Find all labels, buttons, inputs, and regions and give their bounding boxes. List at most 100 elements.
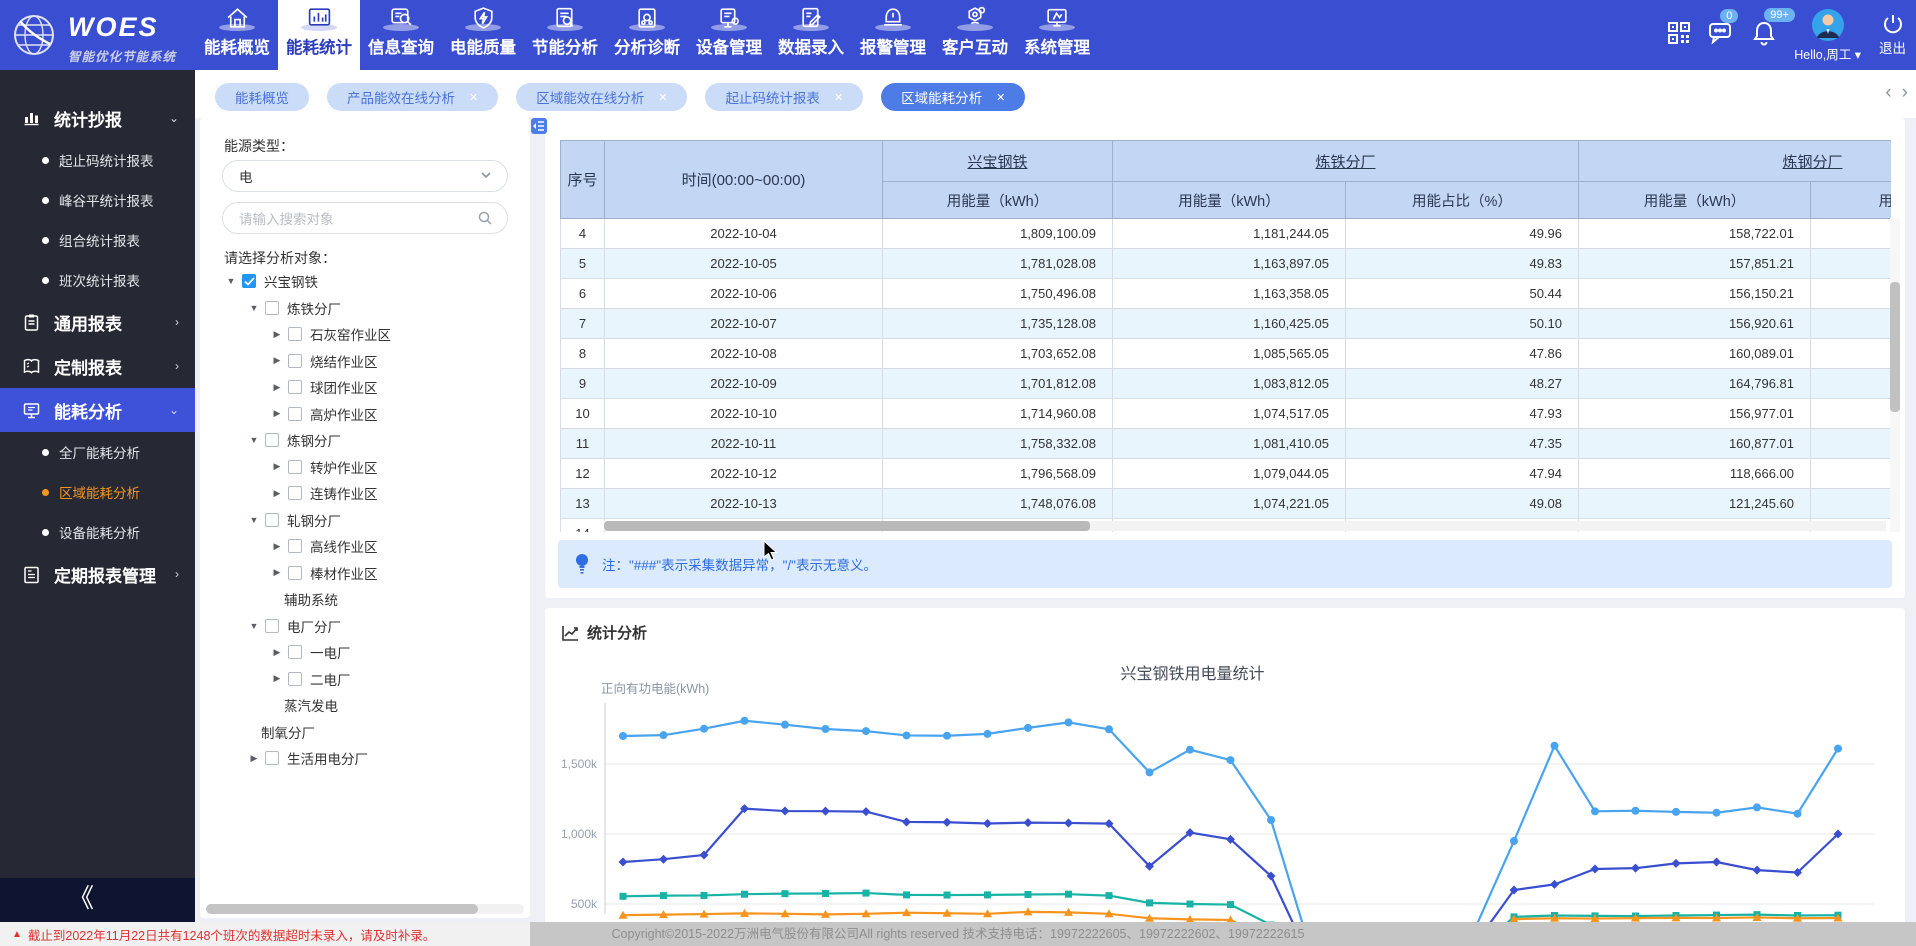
sidebar-item-1-4[interactable]: 班次统计报表 <box>0 260 195 300</box>
sidebar-item-1-1[interactable]: 起止码统计报表 <box>0 140 195 180</box>
sidebar-item-1-3[interactable]: 组合统计报表 <box>0 220 195 260</box>
group-header-2[interactable]: 炼铁分厂 <box>1113 141 1579 182</box>
tab-5[interactable]: 区域能耗分析✕ <box>881 83 1025 111</box>
tree-checkbox[interactable] <box>265 513 279 527</box>
search-input[interactable]: 请输入搜索对象 <box>222 202 508 234</box>
tree-checkbox[interactable] <box>288 327 302 341</box>
table-row[interactable]: 92022-10-091,701,812.081,083,812.0548.27… <box>561 369 1892 399</box>
table-row[interactable]: 52022-10-051,781,028.081,163,897.0549.83… <box>561 249 1892 279</box>
tab-2[interactable]: 产品能效在线分析✕ <box>327 83 498 111</box>
tree-checkbox[interactable] <box>288 672 302 686</box>
tree-node-19[interactable]: ▶生活用电分厂 <box>200 745 530 772</box>
tree-collapse-arrow-icon[interactable]: ▶ <box>270 329 284 340</box>
sidebar-item-4-3[interactable]: 设备能耗分析 <box>0 512 195 552</box>
tab-4[interactable]: 起止码统计报表✕ <box>705 83 863 111</box>
tree-checkbox[interactable] <box>242 274 256 288</box>
sidebar-group-2[interactable]: 通用报表› <box>0 300 195 344</box>
tree-collapse-arrow-icon[interactable]: ▶ <box>270 382 284 393</box>
tree-node-15[interactable]: ▶一电厂 <box>200 639 530 666</box>
tab-scroll-left-icon[interactable]: ‹ <box>1885 82 1891 104</box>
tree-node-9[interactable]: ▶连铸作业区 <box>200 480 530 507</box>
tab-close-icon[interactable]: ✕ <box>469 91 478 104</box>
collapse-panel-icon[interactable] <box>531 118 547 134</box>
tree-collapse-arrow-icon[interactable]: ▶ <box>270 355 284 366</box>
tree-collapse-arrow-icon[interactable]: ▶ <box>270 673 284 684</box>
sidebar-item-4-1[interactable]: 全厂能耗分析 <box>0 432 195 472</box>
tree-collapse-arrow-icon[interactable]: ▶ <box>270 461 284 472</box>
tab-close-icon[interactable]: ✕ <box>658 91 667 104</box>
tree-node-12[interactable]: ▶棒材作业区 <box>200 560 530 587</box>
line-chart[interactable]: 500k1,000k1,500k <box>545 648 1905 946</box>
tab-close-icon[interactable]: ✕ <box>996 91 1005 104</box>
tree-node-1[interactable]: ▼兴宝钢铁 <box>200 268 530 295</box>
tab-1[interactable]: 能耗概览 <box>215 83 309 111</box>
tree-collapse-arrow-icon[interactable]: ▶ <box>270 541 284 552</box>
tree-checkbox[interactable] <box>288 539 302 553</box>
tree-checkbox[interactable] <box>288 460 302 474</box>
table-row[interactable]: 112022-10-111,758,332.081,081,410.0547.3… <box>561 429 1892 459</box>
qrcode-icon[interactable] <box>1668 22 1690 49</box>
tree-node-16[interactable]: ▶二电厂 <box>200 666 530 693</box>
tree-checkbox[interactable] <box>265 751 279 765</box>
tree-node-5[interactable]: ▶球团作业区 <box>200 374 530 401</box>
messages-icon[interactable]: 0 <box>1708 21 1734 50</box>
sidebar-group-4[interactable]: 能耗分析⌄ <box>0 388 195 432</box>
tree-node-6[interactable]: ▶高炉作业区 <box>200 401 530 428</box>
table-row[interactable]: 132022-10-131,748,076.081,074,221.0549.0… <box>561 489 1892 519</box>
tree-node-3[interactable]: ▶石灰窑作业区 <box>200 321 530 348</box>
user-menu[interactable]: Hello,周工 ▾ <box>1794 8 1861 63</box>
table-row[interactable]: 42022-10-041,809,100.091,181,244.0549.96… <box>561 219 1892 249</box>
sidebar-group-1[interactable]: 统计抄报⌄ <box>0 96 195 140</box>
tree-node-18[interactable]: 制氧分厂 <box>200 719 530 746</box>
tree-expand-arrow-icon[interactable]: ▼ <box>247 621 261 631</box>
sidebar-item-4-2[interactable]: 区域能耗分析 <box>0 472 195 512</box>
nav-item-9[interactable]: 报警管理 <box>852 0 934 70</box>
tree-checkbox[interactable] <box>265 433 279 447</box>
tab-close-icon[interactable]: ✕ <box>834 91 843 104</box>
tree-node-10[interactable]: ▼轧钢分厂 <box>200 507 530 534</box>
sidebar-group-5[interactable]: 定期报表管理› <box>0 552 195 596</box>
nav-item-8[interactable]: 数据录入 <box>770 0 852 70</box>
tree-collapse-arrow-icon[interactable]: ▶ <box>247 753 261 764</box>
group-header-1[interactable]: 兴宝钢铁 <box>883 141 1113 182</box>
table-row[interactable]: 72022-10-071,735,128.081,160,425.0550.10… <box>561 309 1892 339</box>
tree-collapse-arrow-icon[interactable]: ▶ <box>270 647 284 658</box>
nav-item-7[interactable]: 设备管理 <box>688 0 770 70</box>
sidebar-group-3[interactable]: 定制报表› <box>0 344 195 388</box>
table-row[interactable]: 82022-10-081,703,652.081,085,565.0547.86… <box>561 339 1892 369</box>
nav-item-3[interactable]: 信息查询 <box>360 0 442 70</box>
tree-checkbox[interactable] <box>288 380 302 394</box>
nav-item-11[interactable]: 系统管理 <box>1016 0 1098 70</box>
tree-checkbox[interactable] <box>288 566 302 580</box>
energy-type-select[interactable]: 电 <box>222 160 508 192</box>
tree-collapse-arrow-icon[interactable]: ▶ <box>270 488 284 499</box>
nav-item-4[interactable]: 电能质量 <box>442 0 524 70</box>
nav-item-5[interactable]: 节能分析 <box>524 0 606 70</box>
tree-node-13[interactable]: 辅助系统 <box>200 586 530 613</box>
table-row[interactable]: 122022-10-121,796,568.091,079,044.0547.9… <box>561 459 1892 489</box>
tab-3[interactable]: 区域能效在线分析✕ <box>516 83 687 111</box>
alerts-bell-icon[interactable]: 99+ <box>1752 20 1776 51</box>
table-horizontal-scrollbar[interactable] <box>604 521 1886 531</box>
tree-node-11[interactable]: ▶高线作业区 <box>200 533 530 560</box>
tree-checkbox[interactable] <box>265 301 279 315</box>
tree-collapse-arrow-icon[interactable]: ▶ <box>270 408 284 419</box>
nav-item-6[interactable]: 分析诊断 <box>606 0 688 70</box>
tree-expand-arrow-icon[interactable]: ▼ <box>224 276 238 286</box>
tree-checkbox[interactable] <box>288 645 302 659</box>
tree-checkbox[interactable] <box>288 354 302 368</box>
logout-button[interactable]: 退出 <box>1879 13 1906 57</box>
group-header-3[interactable]: 炼钢分厂 <box>1579 141 1891 182</box>
table-row[interactable]: 62022-10-061,750,496.081,163,358.0550.44… <box>561 279 1892 309</box>
tree-checkbox[interactable] <box>265 619 279 633</box>
tree-checkbox[interactable] <box>288 486 302 500</box>
nav-item-1[interactable]: 能耗概览 <box>196 0 278 70</box>
tree-node-14[interactable]: ▼电厂分厂 <box>200 613 530 640</box>
tree-node-7[interactable]: ▼炼钢分厂 <box>200 427 530 454</box>
tree-expand-arrow-icon[interactable]: ▼ <box>247 435 261 445</box>
tree-expand-arrow-icon[interactable]: ▼ <box>247 303 261 313</box>
nav-item-10[interactable]: 客户互动 <box>934 0 1016 70</box>
tree-node-8[interactable]: ▶转炉作业区 <box>200 454 530 481</box>
tree-checkbox[interactable] <box>288 407 302 421</box>
tree-node-17[interactable]: 蒸汽发电 <box>200 692 530 719</box>
